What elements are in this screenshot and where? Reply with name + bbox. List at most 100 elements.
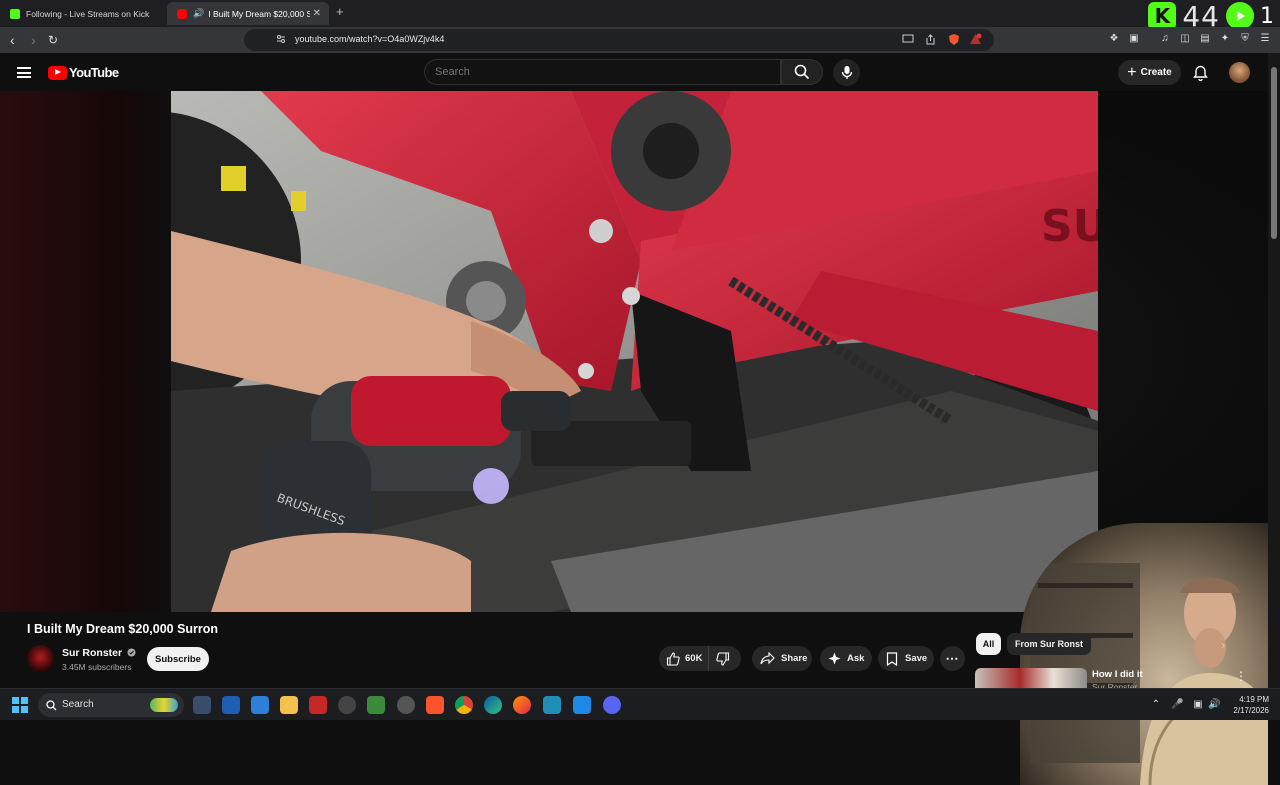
chrome-icon[interactable]	[455, 696, 473, 714]
windows-start-icon[interactable]	[12, 697, 28, 713]
guide-menu-icon[interactable]	[17, 67, 31, 78]
more-vertical-icon[interactable]: ⋮	[1235, 669, 1247, 683]
create-button[interactable]: + Create	[1118, 60, 1181, 85]
app-shield-icon[interactable]	[367, 696, 385, 714]
subscribe-button[interactable]: Subscribe	[147, 647, 209, 671]
taskview-icon[interactable]	[193, 696, 211, 714]
search-highlight-icon	[150, 698, 178, 712]
youtube-logo[interactable]: YouTube	[48, 65, 119, 80]
search-box[interactable]	[424, 59, 781, 85]
video-player[interactable]: SU BRUSHLESS	[171, 91, 1098, 612]
volume-icon[interactable]: 🔊	[1208, 699, 1220, 711]
microphone-icon	[841, 66, 853, 79]
leo-ai-icon[interactable]: ✦	[1219, 33, 1231, 45]
channel-avatar[interactable]	[27, 645, 54, 672]
like-button[interactable]: 60K	[659, 646, 709, 671]
brave-shields-icon[interactable]	[948, 33, 960, 45]
youtube-header: YouTube + Create	[0, 53, 1268, 91]
app-blue-icon[interactable]	[251, 696, 269, 714]
tab-youtube-video[interactable]: 🔊 I Built My Dream $20,000 Surr ✕	[167, 2, 329, 25]
media-control-icon[interactable]: ♫	[1159, 33, 1171, 45]
taskbar-search-label: Search	[62, 699, 94, 710]
forward-button[interactable]: ›	[31, 32, 36, 48]
cast-icon[interactable]	[902, 34, 914, 46]
extensions-icon[interactable]: ❖	[1108, 33, 1120, 45]
page-scrollbar[interactable]	[1268, 53, 1280, 688]
ask-label: Ask	[847, 653, 865, 664]
ask-button[interactable]: Ask	[820, 646, 872, 671]
windows-taskbar: Search ⌃ 🎤 ▣ 🔊 4:19 PM 2/17/2026	[0, 688, 1280, 720]
site-info-icon[interactable]	[275, 34, 287, 46]
create-label: Create	[1140, 67, 1172, 78]
video-title: I Built My Dream $20,000 Surron	[27, 622, 219, 636]
chip-all[interactable]: All	[976, 633, 1001, 655]
outlook-icon[interactable]	[222, 696, 240, 714]
discord-icon[interactable]	[603, 696, 621, 714]
share-label: Share	[781, 653, 808, 664]
address-bar[interactable]: youtube.com/watch?v=O4a0WZjv4k4	[244, 29, 994, 51]
more-actions-button[interactable]: ⋯	[940, 646, 965, 671]
notifications-bell-icon[interactable]	[1193, 65, 1208, 81]
microphone-tray-icon[interactable]: 🎤	[1171, 699, 1183, 711]
new-tab-button[interactable]: +	[336, 4, 344, 19]
taskbar-search[interactable]: Search	[38, 693, 184, 717]
url-text: youtube.com/watch?v=O4a0WZjv4k4	[295, 34, 445, 44]
close-tab-icon[interactable]: ✕	[313, 8, 321, 19]
thumbs-up-icon	[666, 651, 680, 666]
video-frame-image: SU BRUSHLESS	[171, 91, 1098, 612]
tab-kick-following[interactable]: Following - Live Streams on Kick	[0, 2, 165, 25]
play-circle-icon	[1226, 2, 1254, 30]
sparkle-icon	[828, 652, 841, 665]
recommendation-title[interactable]: How I did it	[1092, 669, 1143, 680]
share-button[interactable]: Share	[752, 646, 812, 671]
tab-label: I Built My Dream $20,000 Surr	[208, 8, 311, 19]
tray-overflow-icon[interactable]: ⌃	[1150, 699, 1162, 711]
reload-button[interactable]: ↻	[48, 32, 58, 48]
save-label: Save	[905, 653, 928, 664]
kick-logo-icon: K	[1148, 2, 1177, 30]
video-player-area[interactable]: SU BRUSHLESS	[0, 91, 1268, 785]
youtube-wordmark: YouTube	[69, 65, 119, 80]
recommendation-thumbnail[interactable]	[975, 668, 1087, 688]
voice-search-button[interactable]	[833, 59, 860, 86]
vscode-icon[interactable]	[573, 696, 591, 714]
share-page-icon[interactable]	[924, 34, 936, 46]
app-circle-icon[interactable]	[397, 696, 415, 714]
taskbar-clock[interactable]: 4:19 PM 2/17/2026	[1229, 694, 1269, 716]
share-icon	[760, 652, 775, 665]
clock-time: 4:19 PM	[1239, 695, 1269, 704]
sidebar-toggle-icon[interactable]: ◫	[1179, 33, 1191, 45]
brave-browser-icon[interactable]	[426, 696, 444, 714]
audio-playing-icon[interactable]: 🔊	[193, 8, 204, 19]
search-icon	[794, 64, 810, 80]
kick-favicon-icon	[10, 8, 20, 19]
scrollbar-thumb[interactable]	[1271, 67, 1277, 239]
vpn-icon[interactable]: ⛨	[1239, 33, 1251, 45]
screenshot-icon[interactable]: ▣	[1128, 33, 1140, 45]
app-red-icon[interactable]	[309, 696, 327, 714]
search-input[interactable]	[435, 66, 755, 78]
wallet-icon[interactable]: ▤	[1199, 33, 1211, 45]
search-button[interactable]	[781, 59, 823, 85]
thumbs-down-icon	[716, 651, 730, 666]
app-teal-icon[interactable]	[543, 696, 561, 714]
chevron-right-icon[interactable]: ›	[1221, 638, 1225, 652]
brave-rewards-icon[interactable]	[969, 33, 982, 45]
network-icon[interactable]: ▣	[1192, 699, 1204, 711]
edge-icon[interactable]	[484, 696, 502, 714]
like-count: 60K	[685, 653, 703, 664]
file-explorer-icon[interactable]	[280, 696, 298, 714]
account-avatar[interactable]	[1229, 62, 1250, 83]
more-horizontal-icon: ⋯	[945, 650, 960, 666]
youtube-favicon-icon	[177, 8, 187, 19]
back-button[interactable]: ‹	[10, 32, 15, 48]
menu-icon[interactable]: ☰	[1259, 33, 1271, 45]
firefox-icon[interactable]	[513, 696, 531, 714]
channel-name-text: Sur Ronster	[62, 647, 123, 659]
subscriber-count: 3.45M subscribers	[62, 662, 132, 672]
channel-name[interactable]: Sur Ronster	[62, 647, 136, 659]
clock-app-icon[interactable]	[338, 696, 356, 714]
dislike-button[interactable]	[709, 646, 730, 671]
save-button[interactable]: Save	[878, 646, 934, 671]
chip-from-channel[interactable]: From Sur Ronst	[1007, 633, 1092, 655]
